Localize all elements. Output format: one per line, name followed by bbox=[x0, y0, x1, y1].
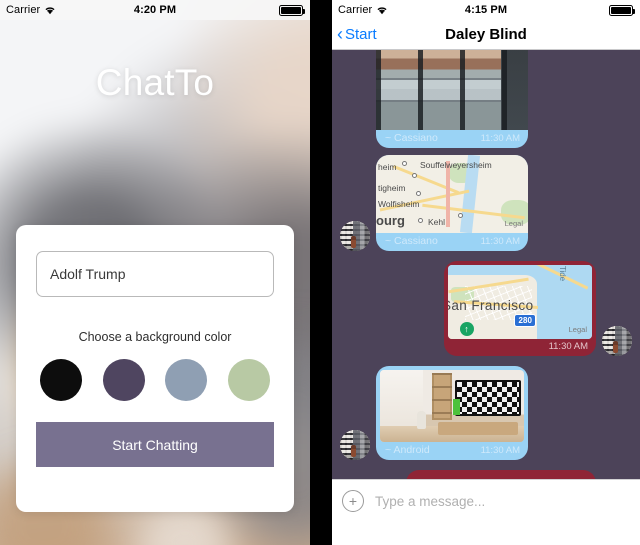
map-legal-label[interactable]: Legal bbox=[505, 219, 523, 228]
living-room-tv-photo[interactable] bbox=[380, 370, 524, 442]
color-swatch-group bbox=[36, 359, 274, 401]
avatar[interactable] bbox=[340, 430, 370, 460]
start-chatting-label: Start Chatting bbox=[112, 436, 198, 453]
map-label: Tide bbox=[557, 265, 567, 282]
phone-divider bbox=[310, 0, 332, 545]
map-label: Wolfisheim bbox=[378, 199, 420, 209]
map-label: ourg bbox=[376, 213, 405, 228]
message-input[interactable]: Type a message... bbox=[375, 494, 630, 509]
name-input[interactable]: Adolf Trump bbox=[36, 251, 274, 297]
message-bubble-incoming[interactable]: ~ Cassiano 11:30 AM bbox=[376, 50, 528, 148]
map-label: heim bbox=[378, 162, 397, 172]
color-swatch-blue-gray[interactable] bbox=[165, 359, 208, 401]
map-legal-label[interactable]: Legal bbox=[569, 325, 587, 334]
battery-full-icon bbox=[609, 4, 635, 16]
message-row: San Francisco Tide 280 ↑ Legal 11:30 AM bbox=[340, 261, 632, 356]
conversation-title: Daley Blind bbox=[445, 26, 527, 43]
start-chatting-button[interactable]: Start Chatting bbox=[36, 422, 274, 467]
right-phone-chat-screen: Carrier 4:15 PM ‹ Start Daley Blind ~ Ca… bbox=[332, 0, 640, 545]
message-bubble-outgoing[interactable]: San Francisco Tide 280 ↑ Legal 11:30 AM bbox=[444, 261, 596, 356]
message-input-bar: + Type a message... bbox=[332, 479, 640, 522]
color-swatch-black[interactable] bbox=[40, 359, 82, 401]
map-label: tigheim bbox=[378, 183, 406, 193]
san-francisco-map[interactable]: San Francisco Tide 280 ↑ Legal bbox=[448, 265, 592, 339]
map-label: Kehl bbox=[428, 217, 446, 227]
two-phone-screenshot: Carrier 4:20 PM ChatTo Adolf Trump Choos… bbox=[0, 0, 640, 545]
color-swatch-sage-green[interactable] bbox=[227, 359, 270, 401]
map-label: Souffelweyersheim bbox=[420, 160, 492, 170]
left-status-bar: Carrier 4:20 PM bbox=[0, 0, 310, 20]
avatar[interactable] bbox=[340, 221, 370, 251]
message-sender: ~ Cassiano bbox=[385, 132, 438, 144]
status-time: 4:20 PM bbox=[133, 4, 177, 16]
navigation-bar: ‹ Start Daley Blind bbox=[332, 20, 640, 50]
chat-message-list[interactable]: ~ Cassiano 11:30 AM heim Souffelweyershe… bbox=[332, 50, 640, 522]
message-sender: ~ Android bbox=[385, 444, 430, 456]
message-sender: ~ Cassiano bbox=[385, 235, 438, 247]
message-time: 11:30 AM bbox=[548, 341, 588, 352]
location-pin-icon: ↑ bbox=[459, 322, 474, 337]
message-time: 11:30 AM bbox=[480, 132, 520, 144]
map-label: San Francisco bbox=[448, 297, 534, 313]
color-picker-label: Choose a background color bbox=[78, 330, 232, 344]
message-time: 11:30 AM bbox=[480, 235, 520, 247]
balcony-window-photo[interactable] bbox=[376, 50, 528, 130]
message-row: heim Souffelweyersheim tigheim Wolfishei… bbox=[340, 155, 632, 251]
message-row: ~ Cassiano 11:30 AM bbox=[340, 50, 632, 148]
message-row: ~ Android 11:30 AM bbox=[340, 366, 632, 460]
message-time: 11:30 AM bbox=[480, 444, 520, 456]
color-swatch-dark-purple[interactable] bbox=[102, 359, 145, 401]
strasbourg-map[interactable]: heim Souffelweyersheim tigheim Wolfishei… bbox=[376, 155, 528, 233]
page-title: ChatTo bbox=[95, 62, 215, 103]
battery-full-icon bbox=[279, 4, 305, 16]
avatar[interactable] bbox=[602, 326, 632, 356]
right-status-bar: Carrier 4:15 PM bbox=[332, 0, 640, 20]
login-card: Adolf Trump Choose a background color St… bbox=[16, 225, 294, 512]
left-phone-login-screen: Carrier 4:20 PM ChatTo Adolf Trump Choos… bbox=[0, 0, 310, 545]
message-bubble-incoming[interactable]: ~ Android 11:30 AM bbox=[376, 366, 528, 460]
status-time: 4:15 PM bbox=[464, 4, 508, 16]
avatar-placeholder bbox=[340, 118, 370, 148]
message-bubble-incoming[interactable]: heim Souffelweyersheim tigheim Wolfishei… bbox=[376, 155, 528, 251]
plus-circle-icon[interactable]: + bbox=[342, 490, 364, 512]
highway-shield-icon: 280 bbox=[514, 313, 537, 327]
